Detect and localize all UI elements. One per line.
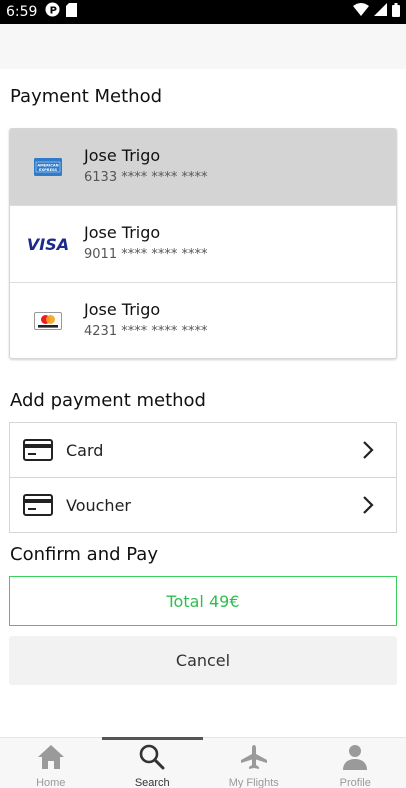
cancel-button[interactable]: Cancel xyxy=(9,636,397,685)
nav-profile-label: Profile xyxy=(339,777,371,788)
card-holder-name: Jose Trigo xyxy=(84,146,161,165)
nav-my-flights[interactable]: My Flights xyxy=(203,738,305,788)
card-number: 4231 **** **** **** xyxy=(84,324,208,339)
saved-cards-list: AMERICAN EXPRESS Jose Trigo 6133 **** ***… xyxy=(9,128,397,359)
status-time: 6:59 xyxy=(6,4,38,20)
add-card-option[interactable]: Card xyxy=(10,423,396,478)
nav-search[interactable]: Search xyxy=(101,737,204,788)
svg-text:EXPRESS: EXPRESS xyxy=(39,168,58,172)
home-icon xyxy=(37,744,65,775)
nav-home-label: Home xyxy=(36,777,66,788)
status-right-icons xyxy=(353,2,400,22)
amex-icon: AMERICAN EXPRESS xyxy=(24,153,72,181)
pay-total-label: Total 49€ xyxy=(166,591,240,611)
app-bar xyxy=(0,24,406,69)
chevron-right-icon xyxy=(362,440,374,465)
p-icon: P xyxy=(45,2,60,22)
card-number: 6133 **** **** **** xyxy=(84,170,208,185)
person-icon xyxy=(341,744,369,775)
saved-card-row[interactable]: Jose Trigo 4231 **** **** **** xyxy=(10,283,396,358)
battery-icon xyxy=(392,2,400,22)
add-option-label: Card xyxy=(66,441,104,460)
status-bar: 6:59 P xyxy=(0,0,406,24)
signal-icon xyxy=(374,3,387,21)
payment-method-heading: Payment Method xyxy=(10,86,163,107)
sd-card-icon xyxy=(66,2,78,22)
nav-search-label: Search xyxy=(134,777,170,788)
visa-icon: VISA xyxy=(24,230,72,258)
airplane-icon xyxy=(240,744,268,775)
pay-total-button[interactable]: Total 49€ xyxy=(9,576,397,626)
credit-card-icon xyxy=(23,439,53,466)
confirm-pay-heading: Confirm and Pay xyxy=(10,544,158,565)
saved-card-row[interactable]: VISA Jose Trigo 9011 **** **** **** xyxy=(10,206,396,283)
svg-text:P: P xyxy=(50,6,57,17)
saved-card-row[interactable]: AMERICAN EXPRESS Jose Trigo 6133 **** ***… xyxy=(10,129,396,206)
add-payment-heading: Add payment method xyxy=(10,390,206,411)
add-option-label: Voucher xyxy=(66,496,131,515)
bottom-navigation: Home Search My Flights Profile xyxy=(0,737,406,788)
card-holder-name: Jose Trigo xyxy=(84,223,161,242)
mastercard-icon xyxy=(24,307,72,335)
search-icon xyxy=(138,744,166,775)
payment-screen: 6:59 P Payment Method AMERICAN EXPRESS J… xyxy=(0,0,406,788)
nav-my-flights-label: My Flights xyxy=(228,777,279,788)
card-number: 9011 **** **** **** xyxy=(84,247,208,262)
chevron-right-icon xyxy=(362,495,374,520)
svg-text:VISA: VISA xyxy=(27,235,69,253)
card-holder-name: Jose Trigo xyxy=(84,300,161,319)
add-payment-list: Card Voucher xyxy=(9,422,397,533)
credit-card-icon xyxy=(23,494,53,521)
add-voucher-option[interactable]: Voucher xyxy=(10,478,396,533)
wifi-icon xyxy=(353,3,369,21)
nav-profile[interactable]: Profile xyxy=(305,738,406,788)
nav-home[interactable]: Home xyxy=(0,738,102,788)
cancel-label: Cancel xyxy=(175,651,231,670)
